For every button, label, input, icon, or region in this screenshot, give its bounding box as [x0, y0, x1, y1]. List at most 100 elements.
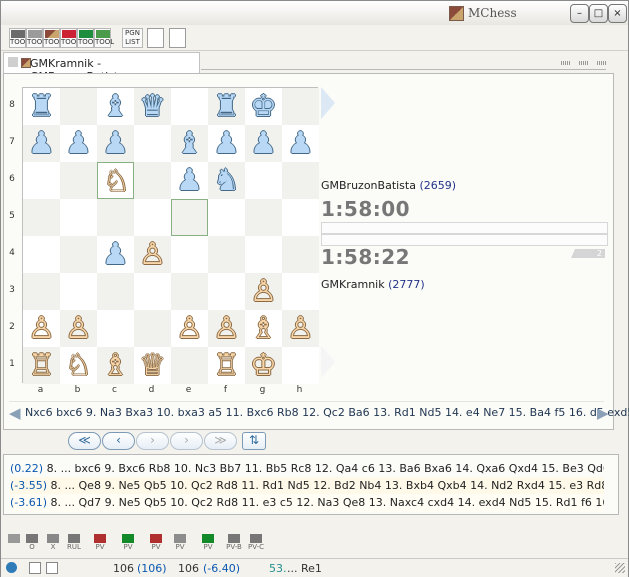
- tool-pv-b-icon[interactable]: PV-B: [225, 534, 243, 553]
- chess-piece[interactable]: ♙: [23, 310, 60, 347]
- analysis-line[interactable]: (-3.61) 8. ... Qd7 9. Ne5 Qb5 10. Qc2 Rd…: [10, 494, 604, 512]
- chess-piece[interactable]: ♞: [208, 162, 245, 199]
- square-h8[interactable]: [282, 88, 319, 125]
- chess-piece[interactable]: ♝: [171, 125, 208, 162]
- tool-pv-gray-icon[interactable]: PV: [171, 534, 189, 553]
- title-bar[interactable]: MChess – □ ×: [1, 1, 628, 25]
- square-c5[interactable]: [97, 199, 134, 236]
- square-h3[interactable]: [282, 273, 319, 310]
- square-c3[interactable]: [97, 273, 134, 310]
- chess-piece[interactable]: ♟: [282, 125, 319, 162]
- square-b2[interactable]: ♙: [60, 310, 97, 347]
- tool-pv-red-icon-2[interactable]: PV: [147, 534, 165, 553]
- square-c1[interactable]: ♗: [97, 347, 134, 384]
- tool-pv-green-icon-2[interactable]: PV: [199, 534, 217, 553]
- chess-piece[interactable]: ♛: [134, 88, 171, 125]
- chess-board[interactable]: ♜ ♝ ♛ ♜ ♚ ♟ ♟ ♟ ♝ ♟ ♟ ♟ ♘ ♟ ♞ ♟ ♙ ♙ ♙ ♙ ♙ ♙ ♗ ♙ ♖ ♘ ♗ ♕ ♖ ♔: [22, 87, 319, 384]
- maximize-button[interactable]: □: [589, 4, 608, 23]
- square-b4[interactable]: [60, 236, 97, 273]
- square-f7[interactable]: ♟: [208, 125, 245, 162]
- chess-piece[interactable]: ♖: [23, 347, 60, 384]
- chess-piece[interactable]: ♗: [245, 310, 282, 347]
- square-a8[interactable]: ♜: [23, 88, 60, 125]
- next-move-button[interactable]: ›: [136, 432, 169, 450]
- tool-board-icon[interactable]: [5, 534, 23, 553]
- square-h1[interactable]: [282, 347, 319, 384]
- scroll-left-icon[interactable]: ◀: [9, 404, 21, 422]
- square-b8[interactable]: [60, 88, 97, 125]
- status-engine-icon[interactable]: [46, 562, 58, 574]
- square-e6[interactable]: ♟: [171, 162, 208, 199]
- square-d6[interactable]: [134, 162, 171, 199]
- tab-menu-dots-icon-2[interactable]: [579, 61, 589, 65]
- square-a4[interactable]: [23, 236, 60, 273]
- toolbar-button-1[interactable]: TOOL: [9, 28, 29, 48]
- chess-piece[interactable]: ♝: [97, 88, 134, 125]
- globe-icon[interactable]: [6, 562, 17, 573]
- square-g4[interactable]: [245, 236, 282, 273]
- chess-piece[interactable]: ♙: [208, 310, 245, 347]
- square-f8[interactable]: ♜: [208, 88, 245, 125]
- resize-grip[interactable]: [615, 563, 625, 573]
- game-tab[interactable]: GMKramnik - GMBruzonBatista: [3, 52, 200, 83]
- chess-piece[interactable]: ♙: [134, 236, 171, 273]
- scroll-right-icon[interactable]: ▶: [597, 404, 609, 422]
- toolbar-button-2[interactable]: TOOL: [26, 28, 46, 48]
- square-f1[interactable]: ♖: [208, 347, 245, 384]
- square-f2[interactable]: ♙: [208, 310, 245, 347]
- square-d3[interactable]: [134, 273, 171, 310]
- square-e4[interactable]: [171, 236, 208, 273]
- analysis-line[interactable]: (0.22) 8. ... bxc6 9. Bxc6 Rb8 10. Nc3 B…: [10, 460, 604, 478]
- square-g5[interactable]: [245, 199, 282, 236]
- toolbar-button-3[interactable]: TOOL: [43, 28, 63, 48]
- chess-piece[interactable]: ♖: [208, 347, 245, 384]
- flip-board-button[interactable]: ⇅: [242, 432, 266, 450]
- square-h4[interactable]: [282, 236, 319, 273]
- square-g7[interactable]: ♟: [245, 125, 282, 162]
- square-c4[interactable]: ♟: [97, 236, 134, 273]
- chess-piece[interactable]: ♟: [60, 125, 97, 162]
- chess-piece[interactable]: ♘: [98, 163, 135, 200]
- tool-rule-icon[interactable]: RUL: [65, 534, 83, 553]
- chess-piece[interactable]: ♙: [245, 273, 282, 310]
- square-g1[interactable]: ♔: [245, 347, 282, 384]
- close-button[interactable]: ×: [608, 4, 627, 23]
- save-folder-icon[interactable]: [169, 28, 186, 48]
- open-folder-icon[interactable]: [147, 28, 164, 48]
- pgn-list-button[interactable]: PGN LIST: [122, 28, 143, 48]
- chess-piece[interactable]: ♘: [60, 347, 97, 384]
- tool-x-icon[interactable]: X: [44, 534, 62, 553]
- square-g3[interactable]: ♙: [245, 273, 282, 310]
- chess-piece[interactable]: ♙: [282, 310, 319, 347]
- go-start-button[interactable]: ≪: [68, 432, 101, 450]
- square-d8[interactable]: ♛: [134, 88, 171, 125]
- square-b6[interactable]: [60, 162, 97, 199]
- chess-piece[interactable]: ♟: [245, 125, 282, 162]
- square-b7[interactable]: ♟: [60, 125, 97, 162]
- square-g6[interactable]: [245, 162, 282, 199]
- tool-pv-red-icon[interactable]: PV: [91, 534, 109, 553]
- chess-piece[interactable]: ♟: [97, 125, 134, 162]
- square-a5[interactable]: [23, 199, 60, 236]
- square-c8[interactable]: ♝: [97, 88, 134, 125]
- go-end-button[interactable]: ≫: [204, 432, 237, 450]
- move-list[interactable]: Nxc6 bxc6 9. Na3 Bxa3 10. bxa3 a5 11. Bx…: [9, 401, 629, 423]
- chess-piece[interactable]: ♙: [171, 310, 208, 347]
- status-board-icon[interactable]: [29, 562, 41, 574]
- square-f3[interactable]: [208, 273, 245, 310]
- square-e1[interactable]: [171, 347, 208, 384]
- square-e5[interactable]: [171, 199, 208, 236]
- toolbar-button-4[interactable]: TOOL: [60, 28, 80, 48]
- tool-pv-c-icon[interactable]: PV-C: [247, 534, 265, 553]
- chess-piece[interactable]: ♟: [97, 236, 134, 273]
- square-h7[interactable]: ♟: [282, 125, 319, 162]
- square-g8[interactable]: ♚: [245, 88, 282, 125]
- chess-piece[interactable]: ♟: [171, 162, 208, 199]
- square-f4[interactable]: [208, 236, 245, 273]
- square-d2[interactable]: [134, 310, 171, 347]
- chess-piece[interactable]: ♜: [23, 88, 60, 125]
- square-b3[interactable]: [60, 273, 97, 310]
- square-a3[interactable]: [23, 273, 60, 310]
- square-b1[interactable]: ♘: [60, 347, 97, 384]
- toolbar-button-6[interactable]: TOOL: [94, 28, 114, 48]
